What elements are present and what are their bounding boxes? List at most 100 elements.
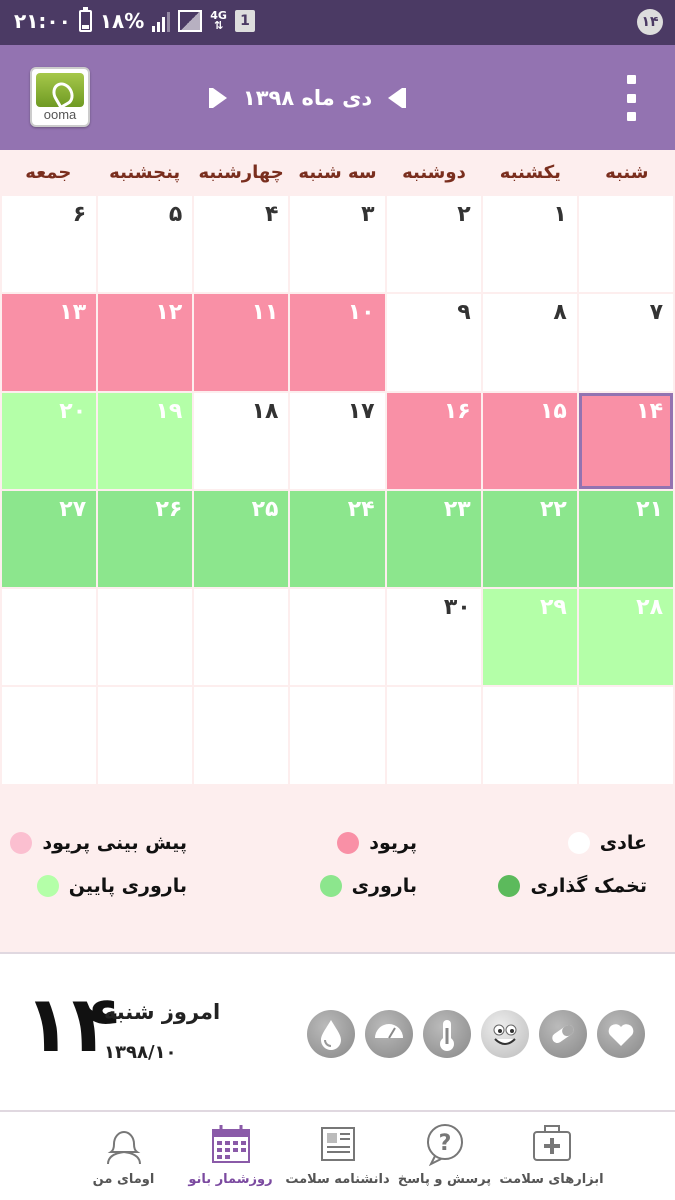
day-number: ۳ — [361, 202, 375, 227]
nav-label: اومای من — [92, 1172, 155, 1187]
calendar-day-cell[interactable]: ۹ — [386, 294, 481, 391]
calendar-week-row: ۱ ۲ ۳ ۴ ۵ ۶ — [1, 196, 674, 294]
day-number: ۲۸ — [636, 595, 663, 621]
calendar-day-cell[interactable]: ۱۵ — [482, 392, 577, 489]
calendar-day-cell[interactable]: ۲ — [386, 196, 481, 293]
weekday-header: شنبه یکشنبه دوشنبه سه شنبه چهارشنبه پنجش… — [0, 150, 675, 196]
weekday-label: دوشنبه — [402, 162, 466, 183]
smiley-icon[interactable] — [481, 1010, 529, 1058]
legend-dot — [567, 832, 590, 854]
calendar-day-cell[interactable]: ۱ — [482, 196, 577, 293]
calendar-day-cell[interactable]: ۱۹ — [98, 392, 193, 489]
notification-badge: ۱۴ — [637, 9, 663, 35]
calendar-empty-cell — [2, 589, 97, 686]
calendar-day-cell[interactable]: ۱۷ — [290, 392, 385, 489]
today-label: امروز شنبه — [104, 1000, 221, 1024]
calendar-day-cell[interactable]: ۱۳ — [2, 294, 97, 391]
next-month-icon[interactable] — [384, 85, 410, 111]
calendar-day-cell[interactable]: ۱۰ — [290, 294, 385, 391]
day-number: ۱۴ — [636, 398, 663, 424]
calendar-empty-cell — [290, 589, 385, 686]
nav-label: دانشنامه سلامت — [285, 1172, 390, 1187]
calendar-day-cell[interactable]: ۴ — [194, 196, 289, 293]
day-number: ۱۵ — [540, 398, 567, 424]
calendar-day-cell[interactable]: ۵ — [98, 196, 193, 293]
day-number: ۲۹ — [540, 595, 567, 621]
legend-period: پریود — [337, 832, 417, 854]
day-number: ۳۰ — [443, 595, 471, 621]
legend-label: پیش بینی پریود — [42, 832, 187, 854]
nav-health-tools[interactable]: ابزارهای سلامت — [499, 1112, 605, 1200]
legend-dot — [337, 832, 360, 854]
day-number: ۱ — [553, 202, 567, 227]
calendar-day-cell[interactable]: ۱۲ — [98, 294, 193, 391]
calendar-day-cell[interactable]: ۲۸ — [578, 589, 673, 686]
newspaper-icon — [320, 1127, 355, 1161]
nav-questions[interactable]: ? پرسش و پاسخ — [392, 1112, 498, 1200]
calendar-day-cell[interactable]: ۶ — [2, 196, 97, 293]
calendar-day-cell[interactable]: ۲۰ — [2, 392, 97, 489]
weekday-label: جمعه — [25, 162, 72, 183]
pill-icon[interactable] — [539, 1010, 587, 1058]
day-number: ۴ — [265, 202, 279, 227]
calendar-day-cell[interactable]: ۱۶ — [386, 392, 481, 489]
weekday-label: سه شنبه — [298, 162, 377, 183]
legend: عادی پریود پیش بینی پریود تخمک گذاری بار… — [0, 786, 675, 952]
battery-icon — [78, 7, 92, 32]
calendar-empty-cell — [98, 589, 193, 686]
heart-icon[interactable] — [597, 1010, 645, 1058]
calendar-day-cell[interactable]: ۲۶ — [98, 490, 193, 588]
calendar-day-cell[interactable]: ۸ — [482, 294, 577, 391]
day-number: ۲۰ — [59, 398, 87, 424]
calendar-day-cell[interactable]: ۱۴ — [578, 392, 673, 489]
nav-label: پرسش و پاسخ — [397, 1172, 492, 1187]
legend-label: باروری — [351, 875, 417, 897]
day-number: ۱۳ — [59, 300, 87, 326]
calendar-day-cell[interactable]: ۲۲ — [482, 490, 577, 588]
legend-label: تخمک گذاری — [530, 875, 647, 897]
day-number: ۹ — [457, 300, 471, 326]
legend-fertile: باروری — [319, 875, 417, 897]
calendar-week-row: ۱۴ ۱۵ ۱۶ ۱۷ ۱۸ ۱۹ ۲۰ — [1, 392, 674, 491]
legend-label: عادی — [599, 832, 647, 854]
weekday-label: چهارشنبه — [198, 162, 284, 183]
logo-leaf-icon — [36, 73, 84, 110]
calendar-day-cell[interactable]: ۲۴ — [290, 490, 385, 588]
calendar-day-cell[interactable]: ۳ — [290, 196, 385, 293]
overflow-menu-icon[interactable] — [625, 75, 637, 121]
calendar-week-row: ۷ ۸ ۹ ۱۰ ۱۱ ۱۲ ۱۳ — [1, 294, 674, 392]
bottom-navigation: ابزارهای سلامت ? پرسش و پاسخ دانشنامه سل… — [0, 1112, 675, 1200]
day-number: ۱۰ — [347, 300, 375, 326]
nav-calendar[interactable]: روزشمار بانو — [178, 1112, 284, 1200]
calendar-empty-cell — [386, 687, 481, 784]
thermometer-icon[interactable] — [423, 1010, 471, 1058]
previous-month-icon[interactable] — [205, 85, 231, 111]
weight-scale-icon[interactable] — [365, 1010, 413, 1058]
ooma-logo[interactable]: ooma — [30, 67, 90, 127]
weekday-label: شنبه — [605, 162, 649, 183]
day-number: ۵ — [168, 202, 183, 227]
calendar-day-cell[interactable]: ۳۰ — [386, 589, 481, 686]
day-number: ۱۸ — [251, 398, 279, 424]
calendar-day-cell[interactable]: ۲۳ — [386, 490, 481, 588]
calendar-day-cell[interactable]: ۲۱ — [578, 490, 673, 588]
day-number: ۲۲ — [540, 496, 567, 522]
calendar-day-cell[interactable]: ۲۹ — [482, 589, 577, 686]
calendar-day-cell[interactable]: ۷ — [578, 294, 673, 391]
calendar-day-cell[interactable]: ۲۷ — [2, 490, 97, 588]
day-number: ۲۳ — [443, 496, 471, 522]
nav-my-ooma[interactable]: اومای من — [71, 1112, 177, 1200]
profile-icon — [106, 1131, 141, 1165]
legend-dot — [498, 875, 521, 897]
legend-label: پریود — [369, 832, 417, 854]
calendar-empty-cell — [578, 687, 673, 784]
calendar-day-cell[interactable]: ۱۱ — [194, 294, 289, 391]
day-number: ۸ — [553, 300, 567, 326]
today-date: ۱۳۹۸/۱۰ — [104, 1042, 177, 1063]
nav-health-encyclopedia[interactable]: دانشنامه سلامت — [285, 1112, 391, 1200]
first-aid-kit-icon — [532, 1125, 571, 1161]
calendar-day-cell[interactable]: ۲۵ — [194, 490, 289, 588]
day-number: ۶ — [72, 202, 87, 227]
drop-icon[interactable] — [307, 1010, 355, 1058]
calendar-day-cell[interactable]: ۱۸ — [194, 392, 289, 489]
